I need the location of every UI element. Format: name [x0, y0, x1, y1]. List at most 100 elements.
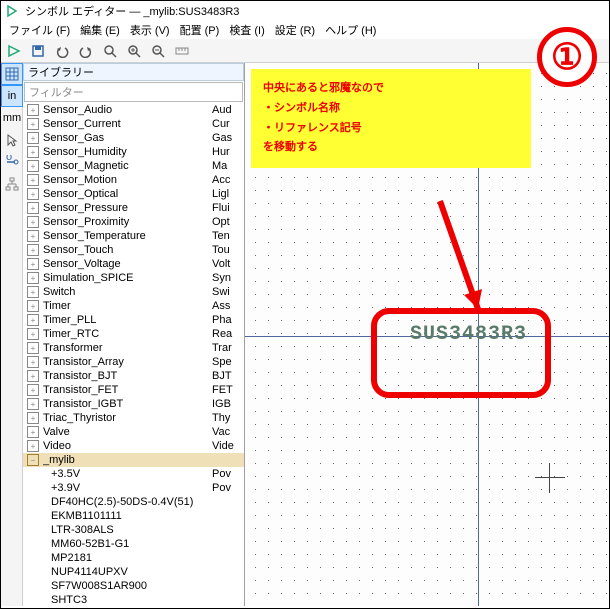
- menu-edit[interactable]: 編集 (E): [76, 21, 124, 39]
- expand-icon[interactable]: +: [27, 188, 39, 200]
- unit-mm-button[interactable]: mm: [1, 107, 23, 129]
- note-line4: を移動する: [263, 138, 519, 158]
- undo-icon[interactable]: [51, 40, 73, 62]
- expand-icon[interactable]: +: [27, 342, 39, 354]
- expand-icon[interactable]: +: [27, 440, 39, 452]
- note-line1: 中央にあると邪魔なので: [263, 79, 519, 99]
- library-tree[interactable]: +Sensor_AudioAud+Sensor_CurrentCur+Senso…: [23, 103, 244, 606]
- lib-item[interactable]: +Transistor_IGBTIGB: [23, 397, 244, 411]
- lib-item[interactable]: +Transistor_FETFET: [23, 383, 244, 397]
- annotation-frame: [371, 308, 551, 398]
- ruler-icon[interactable]: [171, 40, 193, 62]
- expand-icon[interactable]: +: [27, 174, 39, 186]
- lib-item[interactable]: +Triac_ThyristorThy: [23, 411, 244, 425]
- lib-child[interactable]: LTR-308ALS: [23, 523, 244, 537]
- collapse-icon[interactable]: −: [27, 454, 39, 466]
- expand-icon[interactable]: +: [27, 272, 39, 284]
- expand-icon[interactable]: +: [27, 244, 39, 256]
- lib-item[interactable]: +Sensor_AudioAud: [23, 103, 244, 117]
- lib-item[interactable]: +Sensor_PressureFlui: [23, 201, 244, 215]
- lib-child[interactable]: EKMB1101111: [23, 509, 244, 523]
- expand-icon[interactable]: +: [27, 104, 39, 116]
- toolbar: [1, 39, 609, 63]
- lib-item[interactable]: +Sensor_GasGas: [23, 131, 244, 145]
- unit-in-button[interactable]: in: [1, 85, 23, 107]
- lib-item[interactable]: +ValveVac: [23, 425, 244, 439]
- expand-icon[interactable]: +: [27, 146, 39, 158]
- zoom-in-icon[interactable]: [123, 40, 145, 62]
- lib-item[interactable]: +Sensor_TemperatureTen: [23, 229, 244, 243]
- filter-input[interactable]: フィルター: [24, 82, 243, 102]
- menu-inspect[interactable]: 検査 (I): [225, 21, 268, 39]
- lib-mylib[interactable]: −_mylib: [23, 453, 244, 467]
- title-bar: シンボル エディター — _mylib:SUS3483R3: [1, 1, 609, 21]
- lib-item[interactable]: +Sensor_OpticalLigl: [23, 187, 244, 201]
- svg-text:o: o: [6, 155, 12, 163]
- lib-child[interactable]: NUP4114UPXV: [23, 565, 244, 579]
- lib-item[interactable]: +Sensor_VoltageVolt: [23, 257, 244, 271]
- annotation-arrow: [430, 191, 490, 321]
- expand-icon[interactable]: +: [27, 160, 39, 172]
- window-title: シンボル エディター — _mylib:SUS3483R3: [25, 3, 239, 19]
- expand-icon[interactable]: +: [27, 300, 39, 312]
- menu-setting[interactable]: 設定 (R): [271, 21, 319, 39]
- menu-file[interactable]: ファイル (F): [5, 21, 74, 39]
- play-icon[interactable]: [3, 40, 25, 62]
- lib-item[interactable]: +Sensor_CurrentCur: [23, 117, 244, 131]
- expand-icon[interactable]: +: [27, 118, 39, 130]
- lib-item[interactable]: +Sensor_HumidityHur: [23, 145, 244, 159]
- expand-icon[interactable]: +: [27, 370, 39, 382]
- library-header: ライブラリー: [23, 63, 244, 81]
- lib-item[interactable]: +Sensor_MagneticMa: [23, 159, 244, 173]
- lib-child[interactable]: +3.9VPov: [23, 481, 244, 495]
- library-panel: ライブラリー フィルター +Sensor_AudioAud+Sensor_Cur…: [23, 63, 245, 606]
- tree-icon[interactable]: [1, 173, 23, 195]
- lib-child[interactable]: +3.5VPov: [23, 467, 244, 481]
- save-icon[interactable]: [27, 40, 49, 62]
- lib-item[interactable]: +TransformerTrar: [23, 341, 244, 355]
- annotation-note: 中央にあると邪魔なので ・シンボル名称 ・リファレンス記号 を移動する: [251, 69, 531, 168]
- expand-icon[interactable]: +: [27, 230, 39, 242]
- expand-icon[interactable]: +: [27, 286, 39, 298]
- lib-item[interactable]: +Simulation_SPICESyn: [23, 271, 244, 285]
- expand-icon[interactable]: +: [27, 328, 39, 340]
- lib-child[interactable]: SF7W008S1AR900: [23, 579, 244, 593]
- lib-child[interactable]: DF40HC(2.5)-50DS-0.4V(51): [23, 495, 244, 509]
- lib-item[interactable]: +Sensor_TouchTou: [23, 243, 244, 257]
- lib-item[interactable]: +Sensor_MotionAcc: [23, 173, 244, 187]
- grid-icon[interactable]: [1, 63, 23, 85]
- zoom-fit-icon[interactable]: [99, 40, 121, 62]
- expand-icon[interactable]: +: [27, 398, 39, 410]
- expand-icon[interactable]: +: [27, 258, 39, 270]
- lib-item[interactable]: +SwitchSwi: [23, 285, 244, 299]
- zoom-out-icon[interactable]: [147, 40, 169, 62]
- expand-icon[interactable]: +: [27, 356, 39, 368]
- lib-item[interactable]: +Transistor_ArraySpe: [23, 355, 244, 369]
- lib-child[interactable]: SHTC3: [23, 593, 244, 606]
- canvas[interactable]: SUS3483R3 中央にあると邪魔なので ・シンボル名称 ・リファレンス記号 …: [245, 63, 609, 606]
- menu-view[interactable]: 表示 (V): [126, 21, 174, 39]
- left-toolbar: in mm o: [1, 63, 23, 606]
- expand-icon[interactable]: +: [27, 216, 39, 228]
- lib-child[interactable]: MM60-52B1-G1: [23, 537, 244, 551]
- expand-icon[interactable]: +: [27, 314, 39, 326]
- expand-icon[interactable]: +: [27, 132, 39, 144]
- app-icon: [5, 4, 19, 18]
- expand-icon[interactable]: +: [27, 426, 39, 438]
- lib-item[interactable]: +TimerAss: [23, 299, 244, 313]
- cursor-icon[interactable]: [1, 129, 23, 151]
- lib-item[interactable]: +Sensor_ProximityOpt: [23, 215, 244, 229]
- lib-item[interactable]: +Timer_RTCRea: [23, 327, 244, 341]
- redo-icon[interactable]: [75, 40, 97, 62]
- note-line3: ・リファレンス記号: [263, 119, 519, 139]
- expand-icon[interactable]: +: [27, 412, 39, 424]
- lib-item[interactable]: +Transistor_BJTBJT: [23, 369, 244, 383]
- menu-help[interactable]: ヘルプ (H): [321, 21, 380, 39]
- expand-icon[interactable]: +: [27, 202, 39, 214]
- lib-item[interactable]: +Timer_PLLPha: [23, 313, 244, 327]
- lib-child[interactable]: MP2181: [23, 551, 244, 565]
- lib-item[interactable]: +VideoVide: [23, 439, 244, 453]
- expand-icon[interactable]: +: [27, 384, 39, 396]
- menu-place[interactable]: 配置 (P): [176, 21, 224, 39]
- pin-icon[interactable]: o: [1, 151, 23, 173]
